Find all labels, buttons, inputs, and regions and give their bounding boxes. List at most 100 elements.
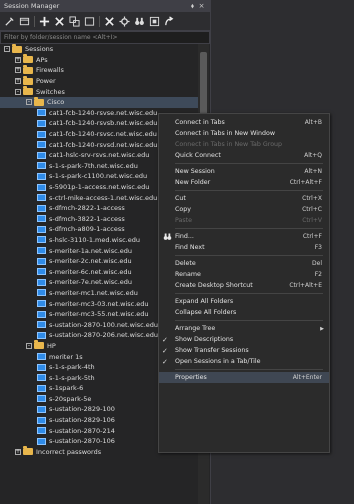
menu-item-shortcut: Ctrl+Alt+F bbox=[289, 179, 322, 186]
filter-input[interactable]: Filter by folder/session name <Alt+I> bbox=[0, 31, 210, 44]
tree-item-label: cat1-fcb-1240-rsvsd.net.wisc.edu bbox=[49, 140, 158, 149]
find-icon[interactable] bbox=[133, 15, 146, 28]
menu-item-new-session[interactable]: New Session Alt+N bbox=[159, 166, 329, 177]
menu-item-arrange-tree[interactable]: Arrange Tree ▶ bbox=[159, 323, 329, 334]
menu-item-rename[interactable]: Rename F2 bbox=[159, 269, 329, 280]
menu-item-shortcut: Alt+Enter bbox=[292, 374, 322, 381]
tree-item-label: Firewalls bbox=[36, 66, 64, 75]
menu-item-copy[interactable]: Copy Ctrl+C bbox=[159, 204, 329, 215]
collapse-icon[interactable]: - bbox=[26, 342, 32, 349]
close-icon[interactable]: × bbox=[197, 2, 206, 10]
session-icon bbox=[37, 300, 46, 308]
tree-folder[interactable]: - Sessions bbox=[0, 44, 198, 55]
menu-item-label: Delete bbox=[175, 260, 196, 267]
menu-item-label: New Session bbox=[175, 168, 215, 175]
session-icon bbox=[37, 395, 46, 403]
menu-separator bbox=[175, 255, 323, 256]
tree-item-label: s-1-s-park-4th bbox=[49, 363, 95, 372]
session-icon bbox=[37, 141, 46, 149]
tree-item-label: s-hslc-3110-1.med.wisc.edu bbox=[49, 235, 140, 244]
tree-folder[interactable]: + Firewalls bbox=[0, 64, 198, 76]
arrow-icon[interactable] bbox=[163, 15, 176, 28]
menu-item-shortcut: F2 bbox=[314, 271, 322, 278]
session-icon bbox=[37, 427, 46, 435]
menu-item-shortcut: Del bbox=[312, 260, 322, 267]
session-icon bbox=[37, 162, 46, 170]
menu-item-connect-in-tabs-in-new-window[interactable]: Connect in Tabs in New Window bbox=[159, 128, 329, 139]
tree-item-label: s-ustation-2870-106 bbox=[49, 437, 115, 446]
menu-item-find[interactable]: Find... Ctrl+F bbox=[159, 231, 329, 242]
menu-item-expand-all-folders[interactable]: Expand All Folders bbox=[159, 296, 329, 307]
tree-item-label: s-ustation-2870-100.net.wisc.edu bbox=[49, 320, 159, 329]
properties-icon[interactable] bbox=[3, 15, 16, 28]
delete-icon[interactable] bbox=[53, 15, 66, 28]
menu-item-connect-in-tabs[interactable]: Connect in Tabs Alt+B bbox=[159, 117, 329, 128]
collapse-icon[interactable]: - bbox=[26, 99, 32, 106]
menu-item-shortcut: Ctrl+V bbox=[302, 217, 322, 224]
settings-icon[interactable] bbox=[118, 15, 131, 28]
session-icon bbox=[37, 257, 46, 265]
tree-folder[interactable]: - Switches bbox=[0, 86, 198, 97]
expand-icon[interactable]: + bbox=[15, 78, 21, 85]
tree-item-label: cat1-fcb-1240-rsvsc.net.wisc.edu bbox=[49, 130, 157, 139]
session-icon bbox=[37, 204, 46, 212]
tree-item-label: HP bbox=[47, 341, 56, 350]
tree-item-label: s-meriter-mc3-55.net.wisc.edu bbox=[49, 310, 149, 319]
expand-icon[interactable]: + bbox=[15, 448, 21, 455]
menu-item-new-folder[interactable]: New Folder Ctrl+Alt+F bbox=[159, 177, 329, 188]
session-icon bbox=[37, 331, 46, 339]
session-icon bbox=[37, 416, 46, 424]
menu-item-properties[interactable]: Properties Alt+Enter bbox=[159, 372, 329, 383]
menu-item-label: Find... bbox=[175, 233, 194, 240]
menu-item-show-descriptions[interactable]: ✓ Show Descriptions bbox=[159, 334, 329, 345]
tree-folder[interactable]: - Cisco bbox=[0, 96, 198, 108]
menu-item-open-sessions-in-a-tab-tile[interactable]: ✓ Open Sessions in a Tab/Tile bbox=[159, 356, 329, 367]
toolbar-separator bbox=[99, 15, 100, 27]
session-icon bbox=[37, 405, 46, 413]
remove-icon[interactable] bbox=[103, 15, 116, 28]
quick-connect-icon[interactable] bbox=[148, 15, 161, 28]
menu-item-find-next[interactable]: Find Next F3 bbox=[159, 242, 329, 253]
expand-icon[interactable]: + bbox=[15, 67, 21, 74]
session-icon bbox=[37, 151, 46, 159]
session-icon bbox=[37, 247, 46, 255]
pin-icon[interactable]: ⬧ bbox=[188, 2, 197, 11]
menu-separator bbox=[175, 369, 323, 370]
new-session-icon[interactable] bbox=[83, 15, 96, 28]
menu-item-show-transfer-sessions[interactable]: ✓ Show Transfer Sessions bbox=[159, 345, 329, 356]
session-icon bbox=[37, 225, 46, 233]
check-icon: ✓ bbox=[162, 336, 168, 344]
copy-icon[interactable] bbox=[68, 15, 81, 28]
collapse-icon[interactable]: - bbox=[15, 88, 21, 95]
session-icon bbox=[37, 437, 46, 445]
menu-item-label: Rename bbox=[175, 271, 201, 278]
menu-item-label: Find Next bbox=[175, 244, 205, 251]
menu-item-shortcut: F3 bbox=[314, 244, 322, 251]
menu-item-collapse-all-folders[interactable]: Collapse All Folders bbox=[159, 307, 329, 318]
expand-icon[interactable]: + bbox=[15, 56, 21, 63]
menu-separator bbox=[175, 228, 323, 229]
session-icon bbox=[37, 353, 46, 361]
menu-item-quick-connect[interactable]: Quick Connect Alt+Q bbox=[159, 150, 329, 161]
tree-item-label: cat1-fcb-1240-rsvsb.net.wisc.edu bbox=[49, 119, 158, 128]
menu-item-delete[interactable]: Delete Del bbox=[159, 258, 329, 269]
session-icon bbox=[37, 130, 46, 138]
binoculars-icon bbox=[162, 232, 172, 241]
tree-item-label: s-5901p-1-access.net.wisc.edu bbox=[49, 183, 150, 192]
menu-item-create-desktop-shortcut[interactable]: Create Desktop Shortcut Ctrl+Alt+E bbox=[159, 280, 329, 291]
tree-item-label: s-1-s-park-7th.net.wisc.edu bbox=[49, 161, 138, 170]
menu-item-label: Show Transfer Sessions bbox=[175, 347, 249, 354]
menu-item-cut[interactable]: Cut Ctrl+X bbox=[159, 193, 329, 204]
folder-icon bbox=[23, 75, 33, 85]
session-icon bbox=[37, 119, 46, 127]
menu-item-shortcut: Ctrl+F bbox=[302, 233, 322, 240]
add-icon[interactable] bbox=[38, 15, 51, 28]
menu-separator bbox=[175, 320, 323, 321]
tree-item-label: Sessions bbox=[25, 45, 54, 54]
tree-folder[interactable]: + Power bbox=[0, 75, 198, 87]
collapse-icon[interactable]: - bbox=[4, 46, 10, 53]
tree-folder[interactable]: + APs bbox=[0, 54, 198, 66]
new-window-icon[interactable] bbox=[18, 15, 31, 28]
session-icon bbox=[37, 194, 46, 202]
session-icon bbox=[37, 172, 46, 180]
